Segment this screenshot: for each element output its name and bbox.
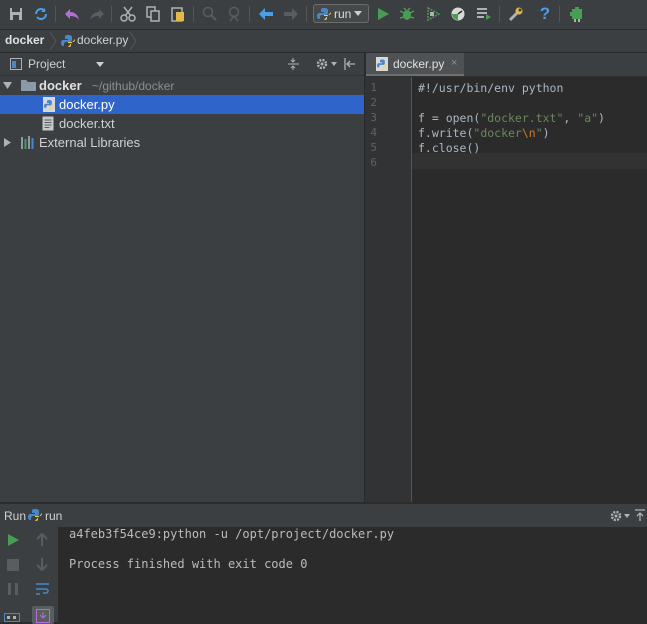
run-console[interactable]: a4feb3f54ce9:python -u /opt/project/dock…	[59, 527, 647, 622]
breadcrumb: docker docker.py	[0, 30, 647, 53]
code-line: f.close()	[418, 141, 481, 155]
line-number: 5	[370, 141, 377, 154]
gear-icon[interactable]	[315, 57, 329, 71]
sync-icon[interactable]	[31, 4, 51, 24]
dump-threads-icon[interactable]	[4, 611, 20, 623]
project-view-label[interactable]: Project	[28, 57, 65, 71]
code-line: f.write("docker\n")	[418, 126, 550, 140]
breadcrumb-separator-icon	[129, 32, 137, 50]
down-arrow-icon[interactable]	[36, 557, 48, 571]
profile-icon[interactable]	[448, 4, 468, 24]
project-tree: docker ~/github/docker docker.py docker.…	[0, 76, 364, 502]
hide-panel-icon[interactable]	[344, 57, 356, 71]
line-number: 6	[370, 156, 377, 169]
tree-item-label: docker.py	[59, 97, 115, 112]
replace-icon[interactable]	[224, 4, 244, 24]
scroll-to-end-toggle[interactable]	[32, 606, 54, 624]
collapse-arrow-icon[interactable]	[4, 138, 11, 147]
console-line: a4feb3f54ce9:python -u /opt/project/dock…	[69, 527, 395, 541]
hide-panel-icon[interactable]	[634, 509, 646, 523]
line-number: 1	[370, 81, 377, 94]
tree-item-docker-txt[interactable]: docker.txt	[0, 114, 364, 133]
chevron-down-icon	[354, 10, 363, 16]
run-config-label: run	[334, 6, 352, 21]
tree-item-docker-py[interactable]: docker.py	[0, 95, 364, 114]
pause-icon[interactable]	[7, 583, 19, 595]
console-line: Process finished with exit code 0	[69, 557, 308, 571]
find-icon[interactable]	[200, 4, 220, 24]
chevron-down-icon[interactable]	[96, 62, 104, 67]
expand-arrow-icon[interactable]	[3, 81, 12, 90]
line-number: 2	[370, 96, 377, 109]
redo-icon[interactable]	[87, 4, 107, 24]
breadcrumb-separator-icon	[49, 32, 57, 50]
run-manager-icon[interactable]	[474, 4, 494, 24]
text-file-icon	[42, 116, 54, 131]
python-icon	[28, 509, 42, 521]
tree-item-label: External Libraries	[39, 135, 141, 150]
run-panel-header: Run run	[0, 503, 647, 528]
help-icon[interactable]: ?	[535, 4, 555, 24]
folder-icon	[21, 80, 36, 91]
run-toolbar	[0, 527, 59, 624]
settings-wrench-icon[interactable]	[506, 4, 526, 24]
chevron-down-icon[interactable]	[624, 514, 630, 518]
help-label: ?	[539, 4, 551, 23]
plugin-icon[interactable]	[567, 4, 587, 24]
debug-icon[interactable]	[397, 4, 417, 24]
code-line: f = open("docker.txt", "a")	[418, 111, 605, 125]
editor-gutter: 1 2 3 4 5 6	[365, 77, 412, 502]
copy-icon[interactable]	[143, 4, 163, 24]
soft-wrap-icon[interactable]	[35, 582, 50, 596]
tree-item-label: docker.txt	[59, 116, 115, 131]
python-icon	[317, 7, 331, 20]
code-editor[interactable]: #!/usr/bin/env python f = open("docker.t…	[412, 77, 647, 502]
tree-item-external-libraries[interactable]: External Libraries	[0, 133, 364, 152]
editor-tab-bar: docker.py ×	[365, 53, 647, 77]
stop-icon[interactable]	[7, 559, 19, 571]
python-file-icon	[376, 57, 388, 71]
current-line-highlight	[412, 153, 647, 169]
project-panel-header: Project	[0, 53, 364, 76]
undo-icon[interactable]	[62, 4, 82, 24]
up-arrow-icon[interactable]	[36, 533, 48, 547]
back-icon[interactable]	[256, 4, 276, 24]
breadcrumb-project[interactable]: docker	[5, 33, 44, 47]
main-toolbar: run ?	[0, 0, 647, 30]
run-panel-label: Run	[4, 509, 27, 523]
scroll-to-end-icon	[36, 609, 50, 623]
save-icon[interactable]	[6, 4, 26, 24]
tree-item-docker-folder[interactable]: docker ~/github/docker	[0, 76, 364, 95]
chevron-down-icon[interactable]	[331, 62, 337, 66]
project-view-icon	[10, 58, 22, 70]
code-line: #!/usr/bin/env python	[418, 81, 564, 95]
rerun-icon[interactable]	[6, 533, 20, 547]
run-with-coverage-icon[interactable]	[423, 4, 443, 24]
breadcrumb-file[interactable]: docker.py	[77, 33, 128, 47]
line-number: 4	[370, 126, 377, 139]
library-icon	[21, 136, 34, 149]
run-configuration-select[interactable]: run	[313, 4, 369, 23]
forward-icon[interactable]	[281, 4, 301, 24]
cut-icon[interactable]	[118, 4, 138, 24]
close-icon[interactable]: ×	[451, 57, 457, 69]
line-number: 3	[370, 111, 377, 124]
tree-item-path: ~/github/docker	[92, 79, 175, 93]
run-icon[interactable]	[373, 4, 393, 24]
tab-label: docker.py	[393, 57, 445, 71]
python-file-icon	[43, 97, 55, 112]
gear-icon[interactable]	[609, 509, 623, 523]
tree-item-label: docker	[39, 78, 82, 93]
paste-icon[interactable]	[168, 4, 188, 24]
collapse-all-icon[interactable]	[287, 57, 300, 71]
python-file-icon	[61, 35, 75, 47]
run-config-tab[interactable]: run	[45, 509, 62, 523]
tab-docker-py[interactable]: docker.py ×	[366, 53, 464, 76]
